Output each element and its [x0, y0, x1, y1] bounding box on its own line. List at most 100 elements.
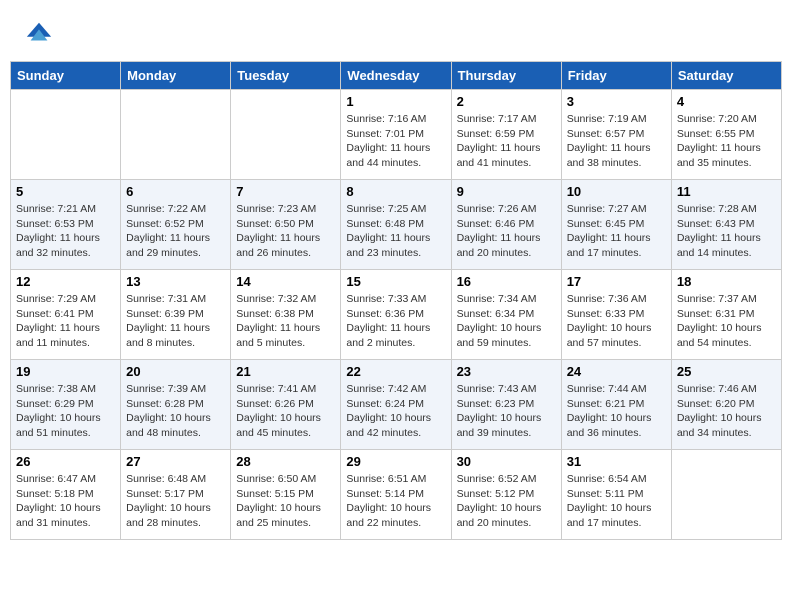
day-info: Sunrise: 6:54 AMSunset: 5:11 PMDaylight:… — [567, 472, 666, 531]
calendar-day-cell: 19 Sunrise: 7:38 AMSunset: 6:29 PMDayligh… — [11, 360, 121, 450]
day-number: 18 — [677, 274, 776, 289]
calendar-day-cell: 20 Sunrise: 7:39 AMSunset: 6:28 PMDayligh… — [121, 360, 231, 450]
day-of-week-header: Thursday — [451, 62, 561, 90]
day-of-week-header: Monday — [121, 62, 231, 90]
day-info: Sunrise: 7:28 AMSunset: 6:43 PMDaylight:… — [677, 202, 776, 261]
day-number: 15 — [346, 274, 445, 289]
day-info: Sunrise: 7:38 AMSunset: 6:29 PMDaylight:… — [16, 382, 115, 441]
calendar-day-cell: 18 Sunrise: 7:37 AMSunset: 6:31 PMDayligh… — [671, 270, 781, 360]
calendar-day-cell: 10Sunrise: 7:27 AMSunset: 6:45 PMDayligh… — [561, 180, 671, 270]
calendar-day-cell: 2Sunrise: 7:17 AMSunset: 6:59 PMDaylight… — [451, 90, 561, 180]
day-number: 29 — [346, 454, 445, 469]
day-info: Sunrise: 7:25 AMSunset: 6:48 PMDaylight:… — [346, 202, 445, 261]
day-info: Sunrise: 7:33 AMSunset: 6:36 PMDaylight:… — [346, 292, 445, 351]
calendar-week-row: 12 Sunrise: 7:29 AMSunset: 6:41 PMDayligh… — [11, 270, 782, 360]
calendar-day-cell: 17 Sunrise: 7:36 AMSunset: 6:33 PMDayligh… — [561, 270, 671, 360]
calendar-day-cell: 11Sunrise: 7:28 AMSunset: 6:43 PMDayligh… — [671, 180, 781, 270]
calendar-day-cell: 23 Sunrise: 7:43 AMSunset: 6:23 PMDayligh… — [451, 360, 561, 450]
calendar-week-row: 26 Sunrise: 6:47 AMSunset: 5:18 PMDayligh… — [11, 450, 782, 540]
day-of-week-header: Tuesday — [231, 62, 341, 90]
day-info: Sunrise: 7:21 AMSunset: 6:53 PMDaylight:… — [16, 202, 115, 261]
day-info: Sunrise: 6:52 AMSunset: 5:12 PMDaylight:… — [457, 472, 556, 531]
day-info: Sunrise: 7:34 AMSunset: 6:34 PMDaylight:… — [457, 292, 556, 351]
calendar-header-row: SundayMondayTuesdayWednesdayThursdayFrid… — [11, 62, 782, 90]
calendar-day-cell: 3 Sunrise: 7:19 AMSunset: 6:57 PMDaylight… — [561, 90, 671, 180]
page-header — [10, 10, 782, 53]
day-number: 22 — [346, 364, 445, 379]
day-info: Sunrise: 7:37 AMSunset: 6:31 PMDaylight:… — [677, 292, 776, 351]
day-number: 19 — [16, 364, 115, 379]
calendar-day-cell: 24Sunrise: 7:44 AMSunset: 6:21 PMDayligh… — [561, 360, 671, 450]
day-number: 3 — [567, 94, 666, 109]
calendar-week-row: 19 Sunrise: 7:38 AMSunset: 6:29 PMDayligh… — [11, 360, 782, 450]
calendar-day-cell: 12 Sunrise: 7:29 AMSunset: 6:41 PMDayligh… — [11, 270, 121, 360]
calendar-day-cell: 27 Sunrise: 6:48 AMSunset: 5:17 PMDayligh… — [121, 450, 231, 540]
day-number: 17 — [567, 274, 666, 289]
calendar-day-cell: 14Sunrise: 7:32 AMSunset: 6:38 PMDayligh… — [231, 270, 341, 360]
calendar-day-cell: 15 Sunrise: 7:33 AMSunset: 6:36 PMDayligh… — [341, 270, 451, 360]
day-info: Sunrise: 7:32 AMSunset: 6:38 PMDaylight:… — [236, 292, 335, 351]
calendar-week-row: 1Sunrise: 7:16 AMSunset: 7:01 PMDaylight… — [11, 90, 782, 180]
day-number: 4 — [677, 94, 776, 109]
day-info: Sunrise: 7:39 AMSunset: 6:28 PMDaylight:… — [126, 382, 225, 441]
day-number: 30 — [457, 454, 556, 469]
calendar-day-cell: 4Sunrise: 7:20 AMSunset: 6:55 PMDaylight… — [671, 90, 781, 180]
calendar-day-cell: 22 Sunrise: 7:42 AMSunset: 6:24 PMDayligh… — [341, 360, 451, 450]
day-info: Sunrise: 7:27 AMSunset: 6:45 PMDaylight:… — [567, 202, 666, 261]
day-number: 1 — [346, 94, 445, 109]
day-info: Sunrise: 7:42 AMSunset: 6:24 PMDaylight:… — [346, 382, 445, 441]
day-info: Sunrise: 7:44 AMSunset: 6:21 PMDaylight:… — [567, 382, 666, 441]
day-info: Sunrise: 6:48 AMSunset: 5:17 PMDaylight:… — [126, 472, 225, 531]
logo — [25, 20, 55, 48]
day-number: 20 — [126, 364, 225, 379]
calendar-day-cell: 30 Sunrise: 6:52 AMSunset: 5:12 PMDayligh… — [451, 450, 561, 540]
calendar-day-cell: 7Sunrise: 7:23 AMSunset: 6:50 PMDaylight… — [231, 180, 341, 270]
logo-icon — [25, 20, 53, 48]
day-info: Sunrise: 7:41 AMSunset: 6:26 PMDaylight:… — [236, 382, 335, 441]
calendar-day-cell: 29 Sunrise: 6:51 AMSunset: 5:14 PMDayligh… — [341, 450, 451, 540]
calendar-day-cell: 13 Sunrise: 7:31 AMSunset: 6:39 PMDayligh… — [121, 270, 231, 360]
day-info: Sunrise: 7:23 AMSunset: 6:50 PMDaylight:… — [236, 202, 335, 261]
calendar-day-cell: 25 Sunrise: 7:46 AMSunset: 6:20 PMDayligh… — [671, 360, 781, 450]
day-of-week-header: Saturday — [671, 62, 781, 90]
calendar-day-cell: 21 Sunrise: 7:41 AMSunset: 6:26 PMDayligh… — [231, 360, 341, 450]
calendar-week-row: 5Sunrise: 7:21 AMSunset: 6:53 PMDaylight… — [11, 180, 782, 270]
calendar-day-cell: 8 Sunrise: 7:25 AMSunset: 6:48 PMDaylight… — [341, 180, 451, 270]
day-number: 21 — [236, 364, 335, 379]
day-number: 8 — [346, 184, 445, 199]
day-info: Sunrise: 7:36 AMSunset: 6:33 PMDaylight:… — [567, 292, 666, 351]
day-number: 12 — [16, 274, 115, 289]
day-number: 31 — [567, 454, 666, 469]
day-number: 28 — [236, 454, 335, 469]
day-number: 27 — [126, 454, 225, 469]
day-info: Sunrise: 6:47 AMSunset: 5:18 PMDaylight:… — [16, 472, 115, 531]
day-info: Sunrise: 7:22 AMSunset: 6:52 PMDaylight:… — [126, 202, 225, 261]
day-info: Sunrise: 6:50 AMSunset: 5:15 PMDaylight:… — [236, 472, 335, 531]
calendar-day-cell: 31 Sunrise: 6:54 AMSunset: 5:11 PMDayligh… — [561, 450, 671, 540]
day-number: 25 — [677, 364, 776, 379]
day-info: Sunrise: 7:31 AMSunset: 6:39 PMDaylight:… — [126, 292, 225, 351]
calendar-day-cell: 26 Sunrise: 6:47 AMSunset: 5:18 PMDayligh… — [11, 450, 121, 540]
day-info: Sunrise: 6:51 AMSunset: 5:14 PMDaylight:… — [346, 472, 445, 531]
day-info: Sunrise: 7:43 AMSunset: 6:23 PMDaylight:… — [457, 382, 556, 441]
day-of-week-header: Wednesday — [341, 62, 451, 90]
day-info: Sunrise: 7:19 AMSunset: 6:57 PMDaylight:… — [567, 112, 666, 171]
day-number: 23 — [457, 364, 556, 379]
day-number: 2 — [457, 94, 556, 109]
day-number: 9 — [457, 184, 556, 199]
day-info: Sunrise: 7:29 AMSunset: 6:41 PMDaylight:… — [16, 292, 115, 351]
calendar-table: SundayMondayTuesdayWednesdayThursdayFrid… — [10, 61, 782, 540]
day-number: 16 — [457, 274, 556, 289]
day-info: Sunrise: 7:26 AMSunset: 6:46 PMDaylight:… — [457, 202, 556, 261]
calendar-day-cell — [11, 90, 121, 180]
day-of-week-header: Friday — [561, 62, 671, 90]
day-number: 13 — [126, 274, 225, 289]
calendar-day-cell — [231, 90, 341, 180]
day-number: 26 — [16, 454, 115, 469]
day-number: 6 — [126, 184, 225, 199]
calendar-day-cell: 16 Sunrise: 7:34 AMSunset: 6:34 PMDayligh… — [451, 270, 561, 360]
calendar-day-cell: 6 Sunrise: 7:22 AMSunset: 6:52 PMDaylight… — [121, 180, 231, 270]
calendar-day-cell: 9 Sunrise: 7:26 AMSunset: 6:46 PMDaylight… — [451, 180, 561, 270]
calendar-day-cell: 1Sunrise: 7:16 AMSunset: 7:01 PMDaylight… — [341, 90, 451, 180]
day-info: Sunrise: 7:46 AMSunset: 6:20 PMDaylight:… — [677, 382, 776, 441]
